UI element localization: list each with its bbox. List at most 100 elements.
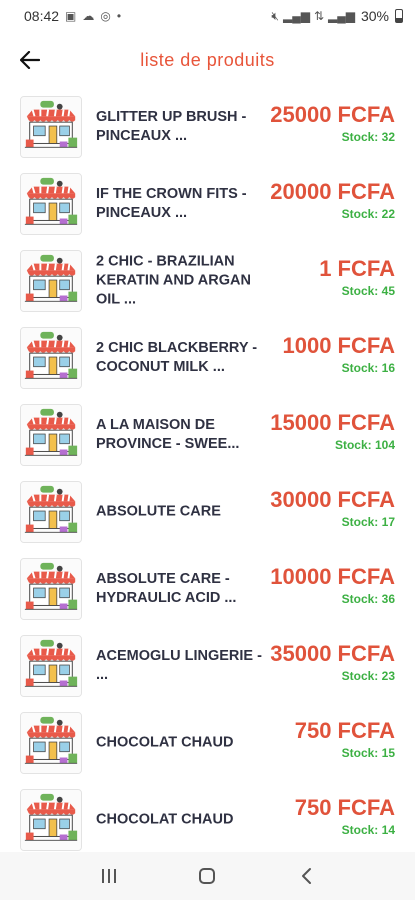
product-name: ABSOLUTE CARE - HYDRAULIC ACID ... <box>96 570 237 606</box>
product-row[interactable]: ABSOLUTE CARE 30000 FCFA Stock: 17 <box>0 473 415 550</box>
product-price: 750 FCFA <box>294 718 395 743</box>
stock-label: Stock: <box>341 284 379 298</box>
home-icon <box>199 868 216 884</box>
stock-label: Stock: <box>341 361 379 375</box>
home-button[interactable] <box>187 856 227 896</box>
system-nav-bar <box>0 852 415 900</box>
stock-value: 32 <box>381 130 395 144</box>
product-stock: Stock: 14 <box>295 823 395 837</box>
stock-value: 17 <box>381 515 395 529</box>
price-column: 1000 FCFA Stock: 16 <box>283 333 396 375</box>
product-row[interactable]: ACEMOGLU LINGERIE - ... 35000 FCFA Stock… <box>0 627 415 704</box>
product-price: 35000 FCFA <box>270 641 395 666</box>
product-row[interactable]: A LA MAISON DE PROVINCE - SWEE... 15000 … <box>0 396 415 473</box>
battery-level: 30% <box>360 8 389 24</box>
product-thumbnail <box>20 326 82 389</box>
status-bar: 08:42 ▣ ☁ ◎ • 🔇︎ ▂▄▆ ⇅ ▂▄▆ 30% <box>0 0 415 32</box>
product-price: 30000 FCFA <box>270 487 395 512</box>
shop-image-icon <box>21 96 81 157</box>
stock-label: Stock: <box>341 515 379 529</box>
product-price: 1000 FCFA <box>282 333 396 358</box>
product-row[interactable]: ABSOLUTE CARE - HYDRAULIC ACID ... 10000… <box>0 550 415 627</box>
price-column: 10000 FCFA Stock: 36 <box>270 564 395 606</box>
stock-value: 104 <box>374 438 395 452</box>
signal-icon: ▂▄▆ <box>282 9 310 23</box>
system-back-button[interactable] <box>286 856 326 896</box>
product-stock: Stock: 23 <box>270 669 395 683</box>
product-thumbnail <box>20 711 82 774</box>
product-stock: Stock: 32 <box>270 130 395 144</box>
price-column: 30000 FCFA Stock: 17 <box>270 487 395 529</box>
product-name: 2 CHIC BLACKBERRY - COCONUT MILK ... <box>96 339 258 375</box>
recents-button[interactable] <box>89 856 129 896</box>
product-list: GLITTER UP BRUSH - PINCEAUX ... 25000 FC… <box>0 88 415 858</box>
product-thumbnail <box>20 480 82 543</box>
price-column: 750 FCFA Stock: 14 <box>295 795 395 837</box>
image-icon: ▣ <box>65 9 77 23</box>
product-thumbnail <box>20 172 82 235</box>
product-price: 1 FCFA <box>319 256 395 281</box>
product-row[interactable]: 2 CHIC BLACKBERRY - COCONUT MILK ... 100… <box>0 319 415 396</box>
arrow-left-icon <box>20 51 40 69</box>
back-icon <box>301 868 311 884</box>
product-price: 10000 FCFA <box>270 564 395 589</box>
product-stock: Stock: 104 <box>270 438 395 452</box>
mute-icon: 🔇︎ <box>271 8 279 23</box>
status-right: 🔇︎ ▂▄▆ ⇅ ▂▄▆ 30% <box>271 8 403 24</box>
stock-value: 15 <box>381 746 395 760</box>
shop-image-icon <box>21 635 81 696</box>
product-price: 15000 FCFA <box>270 410 395 435</box>
product-name: CHOCOLAT CHAUD <box>96 734 234 750</box>
data-icon: ⇅ <box>313 9 324 23</box>
product-stock: Stock: 22 <box>270 207 395 221</box>
shop-image-icon <box>21 789 81 850</box>
product-stock: Stock: 16 <box>283 361 395 375</box>
stock-label: Stock: <box>341 823 379 837</box>
product-thumbnail <box>20 403 82 466</box>
product-thumbnail <box>20 557 82 620</box>
price-column: 25000 FCFA Stock: 32 <box>270 102 395 144</box>
dot-icon: • <box>116 9 122 23</box>
price-column: 15000 FCFA Stock: 104 <box>270 410 395 452</box>
product-stock: Stock: 17 <box>270 515 395 529</box>
status-left: 08:42 ▣ ☁ ◎ • <box>24 8 121 24</box>
back-button[interactable] <box>10 40 50 80</box>
price-column: 20000 FCFA Stock: 22 <box>270 179 395 221</box>
stock-value: 14 <box>381 823 395 837</box>
product-name: ABSOLUTE CARE <box>96 503 221 519</box>
product-name: GLITTER UP BRUSH - PINCEAUX ... <box>96 108 247 144</box>
shop-image-icon <box>21 173 81 234</box>
product-row[interactable]: IF THE CROWN FITS - PINCEAUX ... 20000 F… <box>0 165 415 242</box>
product-stock: Stock: 15 <box>295 746 395 760</box>
price-column: 750 FCFA Stock: 15 <box>295 718 395 760</box>
status-time: 08:42 <box>24 8 60 24</box>
product-price: 20000 FCFA <box>270 179 395 204</box>
product-row[interactable]: 2 CHIC - BRAZILIAN KERATIN AND ARGAN OIL… <box>0 242 415 319</box>
app-header: liste de produits <box>0 32 415 88</box>
signal-icon-2: ▂▄▆ <box>328 9 355 23</box>
product-thumbnail <box>20 634 82 697</box>
stock-label: Stock: <box>341 592 379 606</box>
product-row[interactable]: GLITTER UP BRUSH - PINCEAUX ... 25000 FC… <box>0 88 415 165</box>
product-name: A LA MAISON DE PROVINCE - SWEE... <box>96 416 240 452</box>
stock-label: Stock: <box>341 130 379 144</box>
stock-value: 36 <box>381 592 395 606</box>
product-price: 750 FCFA <box>294 795 395 820</box>
stock-label: Stock: <box>334 438 372 452</box>
shop-image-icon <box>21 327 81 388</box>
shop-image-icon <box>21 558 81 619</box>
product-thumbnail <box>20 249 82 312</box>
product-name: CHOCOLAT CHAUD <box>96 811 234 827</box>
stock-label: Stock: <box>341 746 379 760</box>
stock-value: 45 <box>381 284 395 298</box>
stock-value: 22 <box>381 207 395 221</box>
shop-image-icon <box>21 712 81 773</box>
battery-icon <box>395 9 403 23</box>
shop-image-icon <box>21 250 81 311</box>
stock-label: Stock: <box>341 669 379 683</box>
product-row[interactable]: CHOCOLAT CHAUD 750 FCFA Stock: 15 <box>0 704 415 781</box>
product-row[interactable]: CHOCOLAT CHAUD 750 FCFA Stock: 14 <box>0 781 415 858</box>
product-price: 25000 FCFA <box>270 102 395 127</box>
stock-label: Stock: <box>341 207 379 221</box>
recents-icon <box>102 869 117 883</box>
